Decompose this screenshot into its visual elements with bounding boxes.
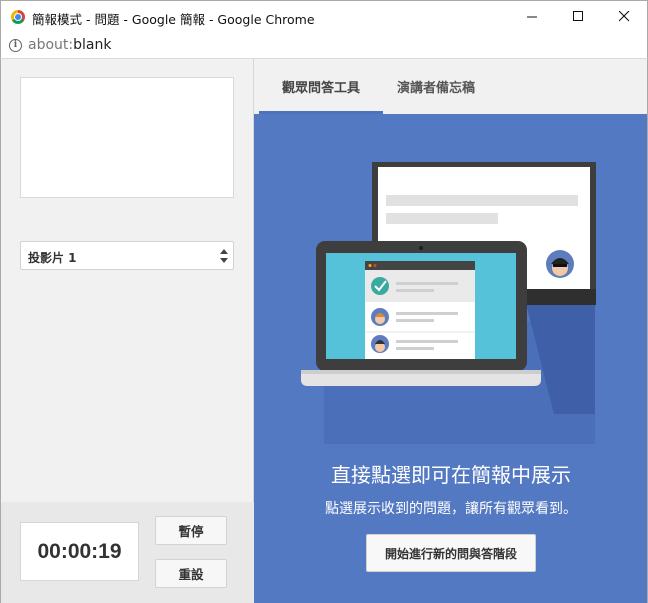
slide-thumbnail [20, 77, 234, 198]
address-bar[interactable]: i about:blank [0, 32, 648, 59]
qa-subline: 點選展示收到的問題，讓所有觀眾看到。 [325, 501, 577, 517]
qa-panel: 直接點選即可在簡報中展示 點選展示收到的問題，讓所有觀眾看到。 開始進行新的問與… [254, 114, 648, 603]
window-title: 簡報模式 - 問題 - Google 簡報 - Google Chrome [32, 12, 315, 27]
timer-area: 00:00:19 暫停 重設 [1, 502, 254, 603]
close-icon [618, 11, 629, 22]
chrome-icon [11, 10, 25, 24]
maximize-icon [572, 11, 583, 21]
tab-audience-qa[interactable]: 觀眾問答工具 [259, 59, 383, 114]
check-icon [371, 277, 389, 295]
window-titlebar: 簡報模式 - 問題 - Google 簡報 - Google Chrome [0, 0, 648, 32]
url-text[interactable]: about:blank [28, 37, 111, 53]
close-button[interactable] [601, 1, 647, 32]
info-icon[interactable]: i [9, 39, 22, 52]
maximize-button[interactable] [555, 1, 601, 32]
tab-bar: 觀眾問答工具 演講者備忘稿 [254, 59, 648, 114]
left-panel: 投影片 1 00:00:19 暫停 重設 [0, 59, 254, 603]
up-down-arrows-icon [220, 249, 228, 263]
reset-button[interactable]: 重設 [155, 559, 227, 588]
minimize-button[interactable] [509, 1, 555, 32]
minimize-icon [526, 16, 537, 18]
start-qa-session-button[interactable]: 開始進行新的問與答階段 [366, 534, 536, 572]
qa-headline: 直接點選即可在簡報中展示 [331, 463, 571, 487]
slide-selector[interactable]: 投影片 1 [20, 241, 234, 270]
qa-illustration [301, 162, 596, 444]
timer-display: 00:00:19 [20, 522, 139, 581]
slide-selector-value: 投影片 1 [28, 251, 77, 265]
presenter-avatar-icon [546, 250, 574, 278]
pause-button[interactable]: 暫停 [155, 516, 227, 545]
tab-speaker-notes[interactable]: 演講者備忘稿 [383, 59, 489, 114]
